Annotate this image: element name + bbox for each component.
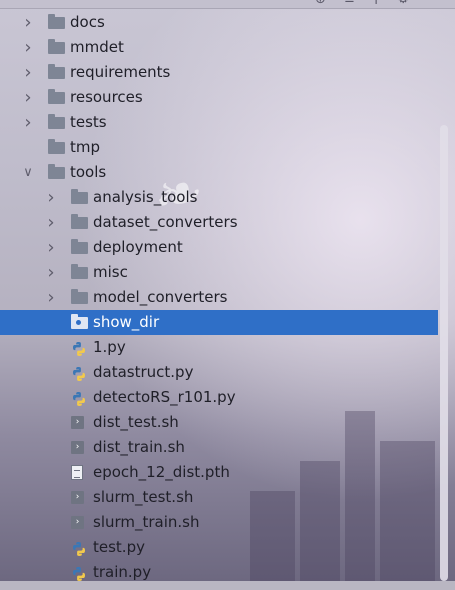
tree-row-label: resources: [70, 88, 143, 106]
folder-icon: [71, 239, 88, 254]
tree-row-label: requirements: [70, 63, 171, 81]
tree-row-label: show_dir: [93, 313, 160, 331]
tree-row-analysis-tools[interactable]: › analysis_tools: [0, 185, 438, 210]
folder-icon: [48, 114, 65, 129]
tree-row-detectors-r101-py[interactable]: detectoRS_r101.py: [0, 385, 438, 410]
chevron-right-icon[interactable]: ›: [44, 260, 58, 285]
tree-row-label: dataset_converters: [93, 213, 238, 231]
folder-icon: [48, 39, 65, 54]
tree-row-label: misc: [93, 263, 128, 281]
tree-row-label: detectoRS_r101.py: [93, 388, 236, 406]
chevron-right-icon[interactable]: ›: [44, 235, 58, 260]
folder-icon: [48, 139, 65, 154]
tree-row-dist-test-sh[interactable]: › dist_test.sh: [0, 410, 438, 435]
shell-script-icon: ›: [71, 416, 84, 429]
python-file-icon: [71, 565, 87, 581]
chevron-right-icon[interactable]: ›: [21, 85, 35, 110]
tree-row-train-py[interactable]: train.py: [0, 560, 438, 585]
python-file-icon: [71, 365, 87, 381]
chevron-down-icon[interactable]: ∨: [21, 160, 35, 185]
tree-row-tools[interactable]: ∨ tools: [0, 160, 438, 185]
shell-script-icon: ›: [71, 516, 84, 529]
folder-icon: [71, 189, 88, 204]
tree-row-mmdet[interactable]: › mmdet: [0, 35, 438, 60]
tree-row-label: datastruct.py: [93, 363, 194, 381]
header-toolbar-icons[interactable]: ⊕≡†⚙: [315, 0, 427, 7]
tree-row-dataset-converters[interactable]: › dataset_converters: [0, 210, 438, 235]
tree-row-label: test.py: [93, 538, 145, 556]
chevron-right-icon[interactable]: ›: [44, 285, 58, 310]
folder-icon: [71, 214, 88, 229]
tree-row-label: epoch_12_dist.pth: [93, 463, 230, 481]
file-icon: [71, 465, 83, 480]
shell-script-icon: ›: [71, 441, 84, 454]
tree-row-1-py[interactable]: 1.py: [0, 335, 438, 360]
tree-row-model-converters[interactable]: › model_converters: [0, 285, 438, 310]
python-file-icon: [71, 340, 87, 356]
tree-row-label: slurm_train.sh: [93, 513, 200, 531]
tree-row-epoch-12-dist-pth[interactable]: epoch_12_dist.pth: [0, 460, 438, 485]
tree-row-label: tmp: [70, 138, 101, 156]
folder-icon: [71, 314, 88, 329]
tree-row-label: slurm_test.sh: [93, 488, 194, 506]
tree-row-slurm-test-sh[interactable]: › slurm_test.sh: [0, 485, 438, 510]
folder-icon: [71, 289, 88, 304]
folder-icon: [48, 14, 65, 29]
folder-icon: [48, 89, 65, 104]
python-file-icon: [71, 540, 87, 556]
folder-icon: [48, 164, 65, 179]
tree-row-label: docs: [70, 13, 105, 31]
folder-icon: [71, 264, 88, 279]
tree-row-dist-train-sh[interactable]: › dist_train.sh: [0, 435, 438, 460]
tree-row-datastruct-py[interactable]: datastruct.py: [0, 360, 438, 385]
tree-row-docs[interactable]: › docs: [0, 10, 438, 35]
tree-row-tests[interactable]: › tests: [0, 110, 438, 135]
tree-row-label: train.py: [93, 563, 152, 581]
chevron-right-icon[interactable]: ›: [21, 35, 35, 60]
shell-script-icon: ›: [71, 491, 84, 504]
tree-row-test-py[interactable]: test.py: [0, 535, 438, 560]
chevron-right-icon[interactable]: ›: [44, 210, 58, 235]
project-file-tree: › docs › mmdet › requirements › resources › tests…: [0, 10, 438, 585]
tree-row-label: tests: [70, 113, 107, 131]
tree-row-tmp[interactable]: tmp: [0, 135, 438, 160]
tree-row-show-dir[interactable]: show_dir: [0, 310, 438, 335]
vertical-scrollbar[interactable]: [438, 0, 455, 581]
tree-row-resources[interactable]: › resources: [0, 85, 438, 110]
tree-row-label: dist_train.sh: [93, 438, 185, 456]
folder-icon: [48, 64, 65, 79]
tree-row-deployment[interactable]: › deployment: [0, 235, 438, 260]
chevron-right-icon[interactable]: ›: [44, 185, 58, 210]
tree-row-label: model_converters: [93, 288, 228, 306]
python-file-icon: [71, 390, 87, 406]
scrollbar-thumb[interactable]: [440, 125, 448, 581]
chevron-right-icon[interactable]: ›: [21, 10, 35, 35]
tree-row-label: analysis_tools: [93, 188, 198, 206]
tree-row-misc[interactable]: › misc: [0, 260, 438, 285]
tree-row-requirements[interactable]: › requirements: [0, 60, 438, 85]
tree-row-label: mmdet: [70, 38, 124, 56]
tree-row-label: dist_test.sh: [93, 413, 179, 431]
project-panel-header: ⊕≡†⚙: [0, 0, 455, 9]
tree-row-label: tools: [70, 163, 107, 181]
tree-row-label: deployment: [93, 238, 183, 256]
tree-row-slurm-train-sh[interactable]: › slurm_train.sh: [0, 510, 438, 535]
chevron-right-icon[interactable]: ›: [21, 110, 35, 135]
chevron-right-icon[interactable]: ›: [21, 60, 35, 85]
tree-row-label: 1.py: [93, 338, 126, 356]
